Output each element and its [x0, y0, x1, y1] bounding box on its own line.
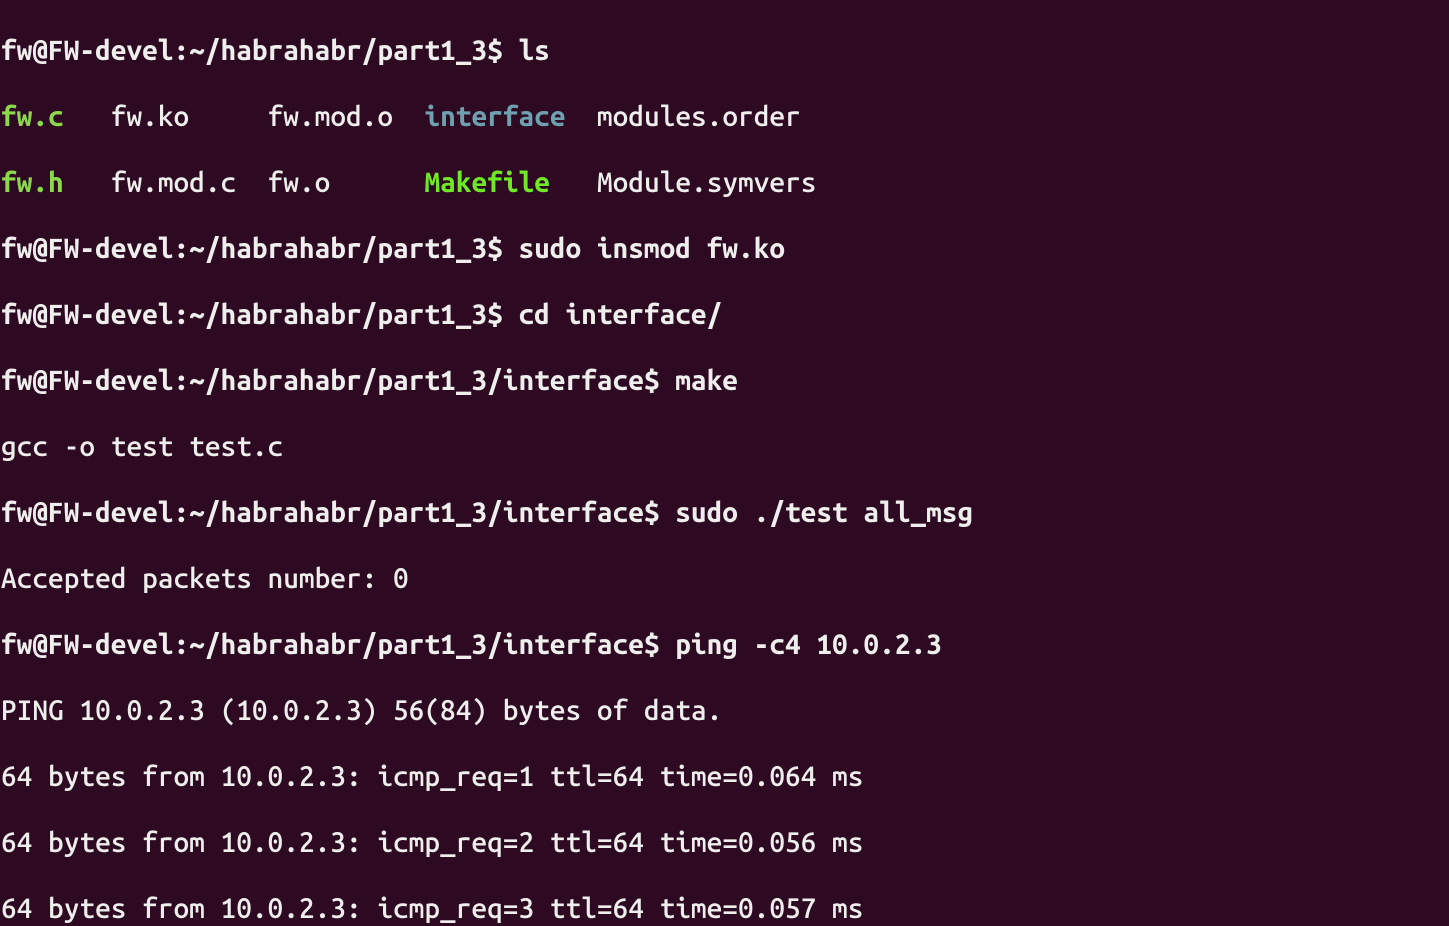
- file-fw-mod-c: fw.mod.c: [111, 167, 236, 198]
- ping-reply: 64 bytes from 10.0.2.3: icmp_req=1 ttl=6…: [1, 760, 1448, 793]
- ping-header: PING 10.0.2.3 (10.0.2.3) 56(84) bytes of…: [1, 694, 1448, 727]
- file-fw-c: fw.c: [1, 101, 64, 132]
- prompt-line: fw@FW-devel:~/habrahabr/part1_3$ cd inte…: [1, 298, 1448, 331]
- file-module-symvers: Module.symvers: [597, 167, 817, 198]
- prompt-line: fw@FW-devel:~/habrahabr/part1_3/interfac…: [1, 364, 1448, 397]
- ls-output-row: fw.h fw.mod.c fw.o Makefile Module.symve…: [1, 166, 1448, 199]
- file-makefile: Makefile: [424, 167, 549, 198]
- accepted-packets: Accepted packets number: 0: [1, 562, 1448, 595]
- dir-interface: interface: [424, 101, 565, 132]
- file-modules-order: modules.order: [597, 101, 801, 132]
- file-fw-h: fw.h: [1, 167, 64, 198]
- ping-reply: 64 bytes from 10.0.2.3: icmp_req=2 ttl=6…: [1, 826, 1448, 859]
- file-fw-mod-o: fw.mod.o: [268, 101, 393, 132]
- ping-reply: 64 bytes from 10.0.2.3: icmp_req=3 ttl=6…: [1, 892, 1448, 925]
- ls-output-row: fw.c fw.ko fw.mod.o interface modules.or…: [1, 100, 1448, 133]
- prompt-line: fw@FW-devel:~/habrahabr/part1_3/interfac…: [1, 496, 1448, 529]
- prompt-line: fw@FW-devel:~/habrahabr/part1_3$ sudo in…: [1, 232, 1448, 265]
- prompt-line: fw@FW-devel:~/habrahabr/part1_3$ ls: [1, 34, 1448, 67]
- prompt-line: fw@FW-devel:~/habrahabr/part1_3/interfac…: [1, 628, 1448, 661]
- file-fw-o: fw.o: [268, 167, 331, 198]
- file-fw-ko: fw.ko: [111, 101, 189, 132]
- terminal-output[interactable]: fw@FW-devel:~/habrahabr/part1_3$ ls fw.c…: [0, 0, 1449, 926]
- make-output: gcc -o test test.c: [1, 430, 1448, 463]
